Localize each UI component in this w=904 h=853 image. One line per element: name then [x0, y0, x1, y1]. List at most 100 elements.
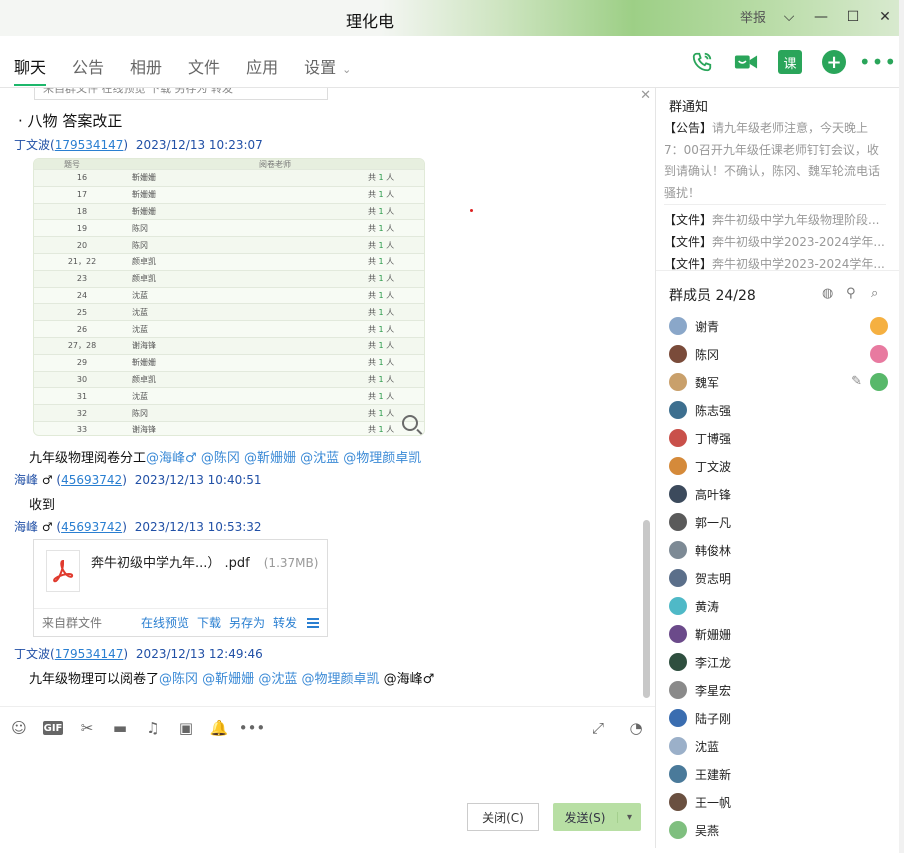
teacher-count: 共 1 人: [368, 374, 395, 384]
member-item[interactable]: 郭一凡: [656, 508, 900, 536]
message-input[interactable]: [0, 750, 655, 800]
member-item[interactable]: 吴燕: [656, 816, 900, 844]
message-text: 九年级物理可以阅卷了@陈冈 @靳姗姗 @沈蓝 @物理颜卓凯 @海峰♂: [29, 668, 434, 687]
member-item[interactable]: 高叶锋: [656, 480, 900, 508]
mention-link[interactable]: @陈冈: [201, 451, 240, 466]
tab-chat[interactable]: 聊天: [14, 54, 47, 86]
chat-scrollbar[interactable]: [643, 520, 650, 698]
member-item[interactable]: 贺志明: [656, 564, 900, 592]
history-clock-icon[interactable]: ◔: [627, 719, 645, 737]
zoom-icon[interactable]: [402, 415, 418, 431]
sender-name[interactable]: 海峰: [14, 473, 38, 487]
mention-plain[interactable]: @海峰♂: [384, 672, 435, 687]
mention-link[interactable]: @物理颜卓凯: [343, 451, 421, 466]
tab-files[interactable]: 文件: [188, 54, 220, 86]
tab-settings[interactable]: 设置 ⌄: [304, 54, 351, 86]
sender-qq[interactable]: 179534147: [55, 138, 124, 152]
send-button[interactable]: 发送(S) ▾: [553, 803, 641, 831]
more-icon[interactable]: •••: [859, 50, 896, 74]
emoji-icon[interactable]: ☺: [10, 719, 28, 737]
member-name: 魏军: [695, 375, 720, 390]
file-name[interactable]: 奔牛初级中学九年...） .pdf (1.37MB): [91, 552, 318, 571]
preview-link[interactable]: 在线预览: [141, 614, 189, 631]
notice-body[interactable]: 【公告】请九年级老师注意，今天晚上7：00召开九年级任课老师钉钉会议，收到请确认…: [664, 118, 886, 204]
member-item[interactable]: 黄涛: [656, 592, 900, 620]
tab-album[interactable]: 相册: [130, 54, 162, 86]
gif-icon[interactable]: GIF: [43, 721, 63, 735]
search-icon[interactable]: ⌕: [871, 286, 887, 302]
table-row: 27，28 谢海锋 共 1 人: [34, 336, 424, 354]
member-item[interactable]: 沈蓝: [656, 732, 900, 760]
scissors-icon[interactable]: ✂: [78, 719, 96, 737]
video-call-icon[interactable]: [734, 50, 758, 74]
minimize-icon[interactable]: —: [812, 8, 830, 26]
folder-icon[interactable]: ▬: [111, 719, 129, 737]
edit-icon[interactable]: ✎: [851, 374, 862, 389]
member-name: 靳姗姗: [695, 627, 732, 642]
previous-file-card[interactable]: 来自群文件 在线预览 下载 另存为 转发: [34, 88, 328, 100]
save-as-link[interactable]: 另存为: [229, 614, 265, 631]
members-manage-icon[interactable]: ◍: [822, 286, 838, 302]
member-item[interactable]: 李江龙: [656, 648, 900, 676]
download-link[interactable]: 下载: [197, 614, 221, 631]
member-item[interactable]: 陈志强: [656, 396, 900, 424]
mention-link[interactable]: @沈蓝: [258, 672, 297, 687]
close-icon[interactable]: ✕: [876, 8, 894, 26]
more-icon[interactable]: •••: [239, 719, 266, 737]
close-panel-icon[interactable]: ✕: [640, 88, 651, 103]
close-button[interactable]: 关闭(C): [467, 803, 539, 831]
member-item[interactable]: 李星宏: [656, 676, 900, 704]
member-item[interactable]: 韩俊林: [656, 536, 900, 564]
voice-call-icon[interactable]: [690, 50, 714, 74]
course-icon[interactable]: 课: [778, 50, 802, 74]
message-text: 收到: [29, 498, 56, 513]
menu-icon[interactable]: [307, 617, 319, 628]
chevron-down-icon[interactable]: ▾: [617, 811, 641, 823]
mention-link[interactable]: @沈蓝: [300, 451, 339, 466]
doc-item[interactable]: 【文件】奔牛初级中学2023-2024学年...: [664, 231, 886, 253]
member-item[interactable]: 谢青: [656, 312, 900, 340]
tab-announcement[interactable]: 公告: [72, 54, 104, 86]
window-edge: [899, 0, 904, 853]
avatar: [669, 821, 687, 839]
member-item[interactable]: 陈冈: [656, 340, 900, 368]
member-item[interactable]: 王建新: [656, 760, 900, 788]
member-name: 丁文波: [695, 459, 732, 474]
sender-name[interactable]: 丁文波: [14, 647, 50, 661]
mention-link[interactable]: @陈冈: [159, 672, 198, 687]
report-link[interactable]: 举报: [740, 7, 766, 26]
sender-qq[interactable]: 45693742: [61, 473, 122, 487]
expand-icon[interactable]: ⤢: [589, 719, 607, 737]
send-label[interactable]: 发送(S): [553, 809, 617, 826]
add-member-icon[interactable]: ⚲: [846, 286, 862, 302]
member-item[interactable]: 魏军 ✎: [656, 368, 900, 396]
mention-link[interactable]: @物理颜卓凯: [301, 672, 379, 687]
members-title: 群成员 24/28: [669, 288, 756, 304]
member-item[interactable]: 陆子刚: [656, 704, 900, 732]
file-source: 来自群文件: [42, 616, 103, 630]
sender-qq[interactable]: 179534147: [55, 647, 124, 661]
mention-link[interactable]: @靳姗姗: [202, 672, 254, 687]
shared-image[interactable]: 题号 阅卷老师 16 靳姗姗共 1 人 17 靳姗姗共 1 人 18 靳姗姗共 1 人 19…: [33, 158, 425, 436]
add-icon[interactable]: +: [822, 50, 846, 74]
tab-apps[interactable]: 应用: [246, 54, 278, 86]
file-card[interactable]: 奔牛初级中学九年...） .pdf (1.37MB) 来自群文件 在线预览 下载 …: [33, 539, 328, 637]
forward-link[interactable]: 转发: [273, 614, 297, 631]
chat-history[interactable]: 来自群文件 在线预览 下载 另存为 转发 ✕ · 八物 答案改正 丁文波(179…: [0, 88, 655, 706]
bell-icon[interactable]: 🔔: [210, 719, 229, 737]
member-item[interactable]: 靳姗姗: [656, 620, 900, 648]
member-item[interactable]: 丁博强: [656, 424, 900, 452]
mention-link[interactable]: @靳姗姗: [244, 451, 296, 466]
mention-link[interactable]: @海峰♂: [146, 451, 197, 466]
member-item[interactable]: 王一帆: [656, 788, 900, 816]
image-icon[interactable]: ▣: [177, 719, 195, 737]
table-row: 17 靳姗姗 共 1 人: [34, 185, 424, 203]
music-icon[interactable]: ♫: [144, 719, 162, 737]
sender-qq[interactable]: 45693742: [61, 520, 122, 534]
member-item[interactable]: 丁文波: [656, 452, 900, 480]
chevron-down-icon[interactable]: ⌵: [780, 8, 798, 26]
sender-name[interactable]: 海峰: [14, 520, 38, 534]
doc-item[interactable]: 【文件】奔牛初级中学九年级物理阶段...: [664, 209, 886, 231]
sender-name[interactable]: 丁文波: [14, 138, 50, 152]
maximize-icon[interactable]: ☐: [844, 8, 862, 26]
